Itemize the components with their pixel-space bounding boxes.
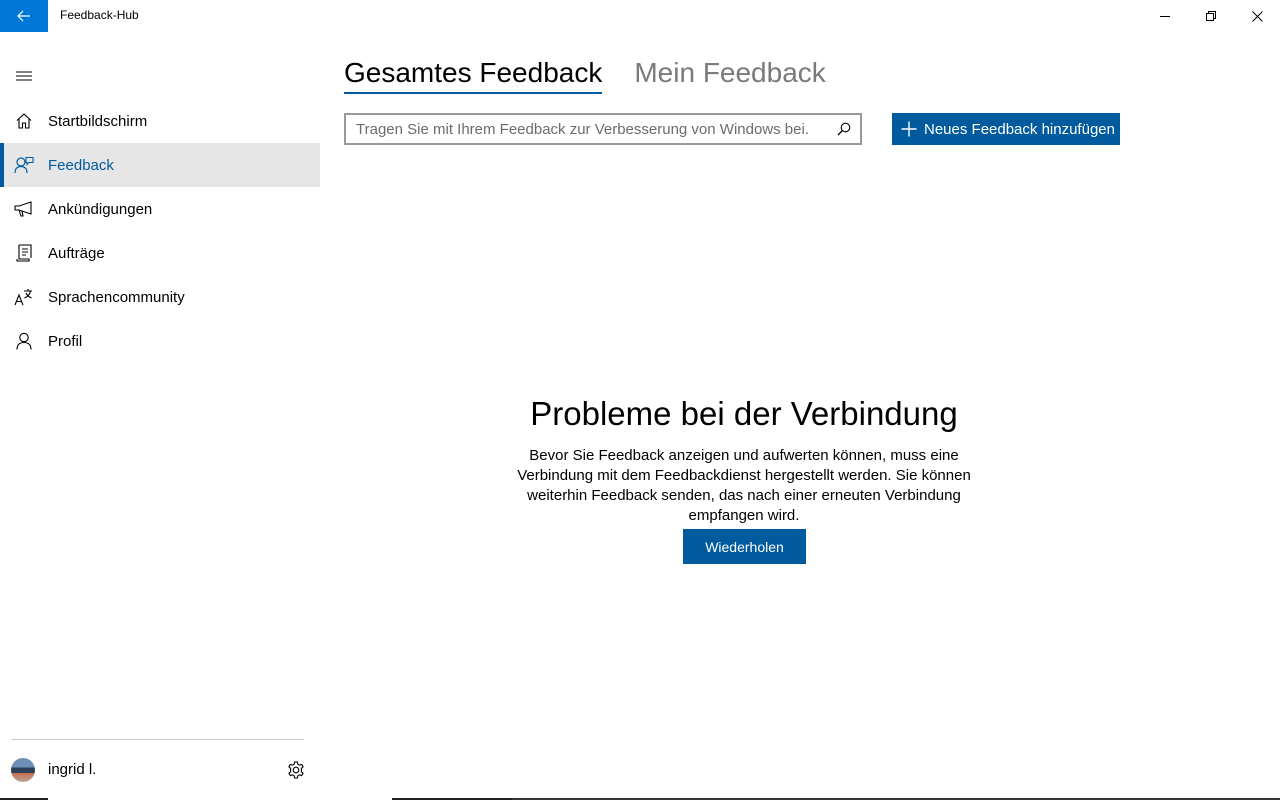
hamburger-icon	[16, 71, 32, 81]
gear-icon	[288, 761, 304, 779]
sidebar-item-quests[interactable]: Aufträge	[0, 231, 320, 275]
quests-icon	[0, 244, 48, 262]
minimize-button[interactable]	[1142, 0, 1188, 32]
home-icon	[0, 112, 48, 130]
sidebar-item-feedback[interactable]: Feedback	[0, 143, 320, 187]
close-button[interactable]	[1234, 0, 1280, 32]
sidebar-item-label: Profil	[48, 332, 83, 350]
sidebar-item-label: Feedback	[48, 156, 114, 174]
feedback-icon	[0, 156, 48, 174]
close-icon	[1251, 10, 1263, 22]
retry-button[interactable]: Wiederholen	[683, 529, 806, 564]
error-message: Bevor Sie Feedback anzeigen und aufwerte…	[517, 447, 971, 524]
connection-error: Probleme bei der Verbindung Bevor Sie Fe…	[484, 394, 1004, 526]
sidebar-item-label: Sprachencommunity	[48, 288, 185, 306]
title-bar: Feedback-Hub	[0, 0, 1280, 32]
add-feedback-button[interactable]: Neues Feedback hinzufügen	[892, 113, 1120, 145]
restore-button[interactable]	[1188, 0, 1234, 32]
language-icon	[0, 288, 48, 306]
user-name: ingrid l.	[48, 761, 97, 778]
minimize-icon	[1160, 16, 1170, 17]
user-account[interactable]: ingrid l.	[0, 750, 320, 790]
arrow-left-icon	[17, 10, 30, 22]
tab-all-feedback[interactable]: Gesamtes Feedback	[344, 56, 603, 94]
app-title: Feedback-Hub	[60, 8, 139, 22]
avatar	[11, 758, 35, 782]
sidebar-item-home[interactable]: Startbildschirm	[0, 99, 320, 143]
search-icon	[837, 122, 851, 136]
tab-bar: Gesamtes Feedback Mein Feedback	[344, 56, 858, 94]
search-box	[344, 113, 862, 145]
sidebar-nav: Startbildschirm Feedback Ankündigungen A…	[0, 99, 320, 363]
settings-button[interactable]	[284, 758, 308, 782]
sidebar-divider	[12, 739, 304, 740]
sidebar-item-announcements[interactable]: Ankündigungen	[0, 187, 320, 231]
person-icon	[0, 332, 48, 350]
sidebar-item-label: Startbildschirm	[48, 112, 148, 130]
error-title: Probleme bei der Verbindung	[530, 395, 958, 432]
tab-my-feedback[interactable]: Mein Feedback	[634, 56, 825, 92]
restore-icon	[1206, 11, 1216, 21]
menu-button[interactable]	[0, 56, 48, 96]
back-button[interactable]	[0, 0, 48, 32]
search-input[interactable]	[346, 115, 828, 143]
search-button[interactable]	[828, 115, 860, 143]
sidebar-item-profile[interactable]: Profil	[0, 319, 320, 363]
sidebar-item-language-community[interactable]: Sprachencommunity	[0, 275, 320, 319]
sidebar-item-label: Aufträge	[48, 244, 105, 262]
plus-icon	[894, 121, 924, 137]
sidebar-item-label: Ankündigungen	[48, 200, 153, 218]
sidebar: Startbildschirm Feedback Ankündigungen A…	[0, 32, 320, 800]
add-feedback-label: Neues Feedback hinzufügen	[924, 120, 1115, 138]
megaphone-icon	[0, 201, 48, 217]
